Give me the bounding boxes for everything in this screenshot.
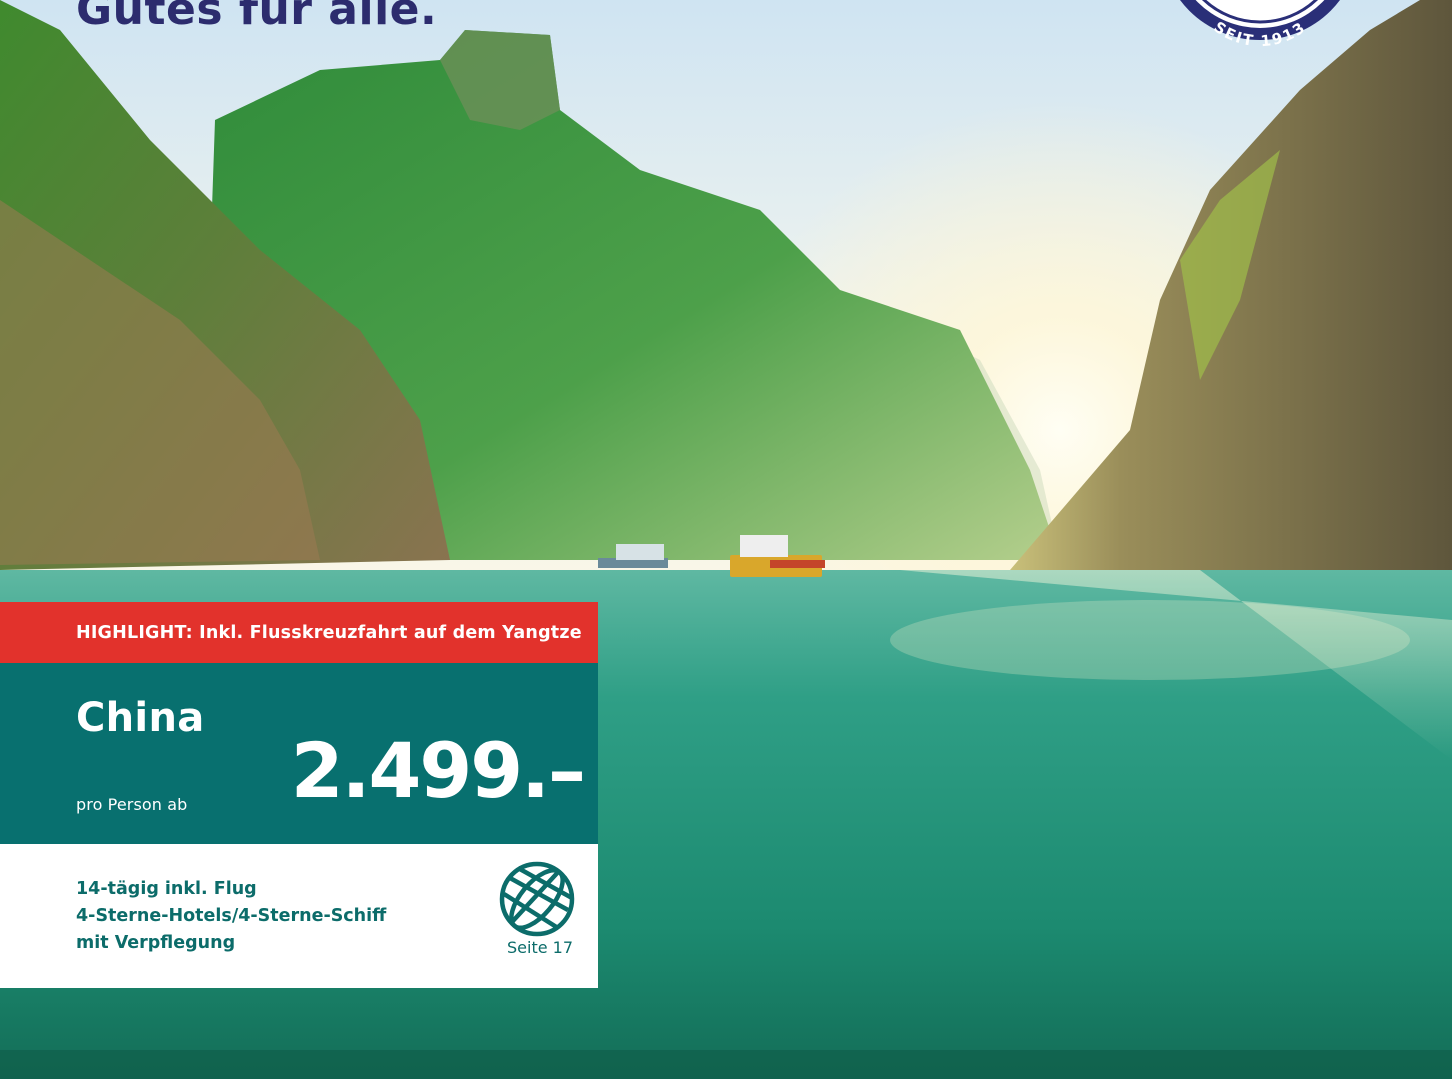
destination-price-panel: China pro Person ab 2.499.–: [0, 663, 598, 844]
detail-line: 14-tägig inkl. Flug: [76, 879, 257, 899]
globe-icon: [499, 861, 575, 937]
per-person-label: pro Person ab: [76, 795, 188, 814]
highlight-banner: HIGHLIGHT: Inkl. Flusskreuzfahrt auf dem…: [0, 602, 598, 663]
highlight-text: HIGHLIGHT: Inkl. Flusskreuzfahrt auf dem…: [76, 622, 582, 643]
detail-line: 4-Sterne-Hotels/4-Sterne-Schiff: [76, 906, 387, 926]
seal-badge: SEIT 1913: [1180, 0, 1340, 50]
headline-slogan: Gutes für alle.: [76, 0, 438, 35]
details-panel: 14-tägig inkl. Flug 4-Sterne-Hotels/4-St…: [0, 844, 598, 988]
detail-line: mit Verpflegung: [76, 933, 236, 953]
page-reference[interactable]: Seite 17: [507, 938, 573, 957]
offer-card[interactable]: HIGHLIGHT: Inkl. Flusskreuzfahrt auf dem…: [0, 602, 598, 988]
price: 2.499.–: [290, 726, 586, 815]
destination-title: China: [76, 695, 205, 741]
details-list: 14-tägig inkl. Flug 4-Sterne-Hotels/4-St…: [76, 876, 386, 957]
